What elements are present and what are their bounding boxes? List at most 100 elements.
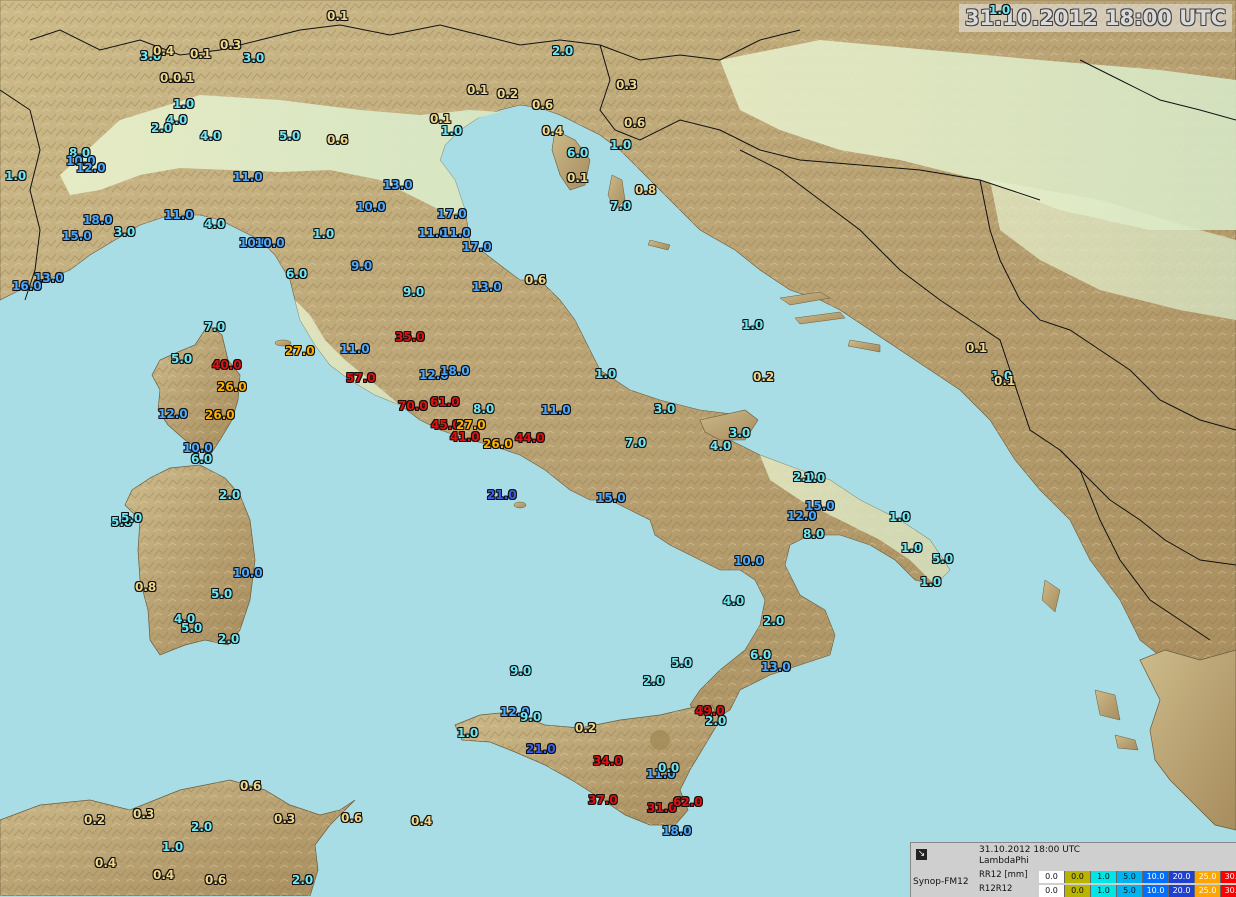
precip-observation: 2.0 [552,44,574,58]
precip-observation: 10.0 [356,200,386,214]
precip-observation: 0.3 [274,812,296,826]
precip-observation: 0.4 [95,856,117,870]
precip-observation: 0.3 [133,807,155,821]
legend-datetime: 31.10.2012 18:00 UTC [979,845,1081,855]
precip-observation: 2.0 [151,121,173,135]
precip-observation: 1.0 [804,471,826,485]
precip-observation: 18.0 [662,824,692,838]
precip-observation: 2.0 [292,873,314,887]
precip-observation: 0.6 [205,873,227,887]
precip-observation: 26.0 [205,408,235,422]
legend-row-label-2: R12R12 [979,884,1013,894]
precip-observation: 9.0 [351,259,373,273]
precip-observation: 11.0 [164,208,194,222]
legend-cell: 10.0 [1143,871,1169,883]
precip-observation: 5.0 [171,352,193,366]
precip-observation: 0.6 [532,98,554,112]
precip-observation: 26.0 [483,437,513,451]
precip-observation: 0.1 [467,83,489,97]
precip-observation: 1.0 [457,726,479,740]
legend-cell: 1.0 [1091,885,1117,897]
precip-observation: 0.1 [173,71,195,85]
precip-observation: 1.0 [5,169,27,183]
precip-observation: 13.0 [472,280,502,294]
precip-observation: 21.0 [526,742,556,756]
precip-observation: 34.0 [593,754,623,768]
precip-observation: 0.2 [84,813,106,827]
precip-observation: 61.0 [430,395,460,409]
precip-observation: 9.0 [520,710,542,724]
precip-observation: 11.0 [441,226,471,240]
precip-observation: 4.0 [200,129,222,143]
precip-observation: 0.1 [994,374,1016,388]
legend-source: Synop-FM12 [913,877,969,887]
precip-observation: 3.0 [243,51,265,65]
precip-observation: 1.0 [162,840,184,854]
precip-observation: 12.0 [76,161,106,175]
precip-observation: 0.8 [135,580,157,594]
precip-observation: 2.0 [763,614,785,628]
precip-observation: 0.1 [327,9,349,23]
precip-observation: 0.6 [341,811,363,825]
legend-cell: 0.0 [1065,871,1091,883]
precip-observation: 3.0 [729,426,751,440]
precip-observation: 26.0 [217,380,247,394]
precip-observation: 2.0 [705,714,727,728]
precip-observation: 70.0 [398,399,428,413]
precip-observation: 8.0 [803,527,825,541]
map-link-icon[interactable]: ↘ [916,849,927,860]
precip-observation: 5.0 [211,587,233,601]
legend-cell: 10.0 [1143,885,1169,897]
precip-observation: 1.0 [610,138,632,152]
precip-observation: 12.0 [158,407,188,421]
legend-cell: 20.0 [1169,885,1195,897]
precip-observation: 2.0 [219,488,241,502]
legend-cell: 30.0 [1221,885,1236,897]
precip-observation: 2.0 [218,632,240,646]
legend-cell: 0.0 [1039,885,1065,897]
legend-cell: 25.0 [1195,885,1221,897]
precip-observation: 6.0 [286,267,308,281]
precip-observation: 10.0 [255,236,285,250]
legend-row-label-1: RR12 [mm] [979,870,1028,880]
precip-observation: 5.0 [121,511,143,525]
precip-observation: 0.4 [411,814,433,828]
legend-cell: 5.0 [1117,871,1143,883]
precip-observation: 18.0 [440,364,470,378]
precip-observation: 7.0 [625,436,647,450]
precip-observation: 6.0 [191,452,213,466]
precip-observation: 7.0 [610,199,632,213]
precip-observation: 0.2 [575,721,597,735]
legend-scale-2: 0.00.01.05.010.020.025.030.0 [1039,885,1236,897]
precip-observation: 3.0 [654,402,676,416]
etna-peak [650,730,670,750]
precip-observation: 0.0 [658,761,680,775]
precip-observation: 17.0 [437,207,467,221]
precip-observation: 1.0 [595,367,617,381]
precip-observation: 10.0 [233,566,263,580]
precip-observation: 0.4 [153,868,175,882]
precip-observation: 0.6 [240,779,262,793]
precip-observation: 27.0 [285,344,315,358]
precip-observation: 40.0 [212,358,242,372]
precip-observation: 8.0 [473,402,495,416]
precip-observation: 44.0 [515,431,545,445]
legend-panel: ↘ Synop-FM12 31.10.2012 18:00 UTC Lambda… [910,842,1236,897]
precip-observation: 1.0 [920,575,942,589]
precip-observation: 11.0 [340,342,370,356]
precip-observation: 0.2 [753,370,775,384]
precip-observation: 15.0 [596,491,626,505]
precip-observation: 0.1 [966,341,988,355]
legend-cell: 25.0 [1195,871,1221,883]
precip-observation: 16.0 [12,279,42,293]
legend-scale-1: 0.00.01.05.010.020.025.030.0 [1039,871,1236,883]
precip-observation: 0.4 [153,44,175,58]
precip-observation: 0.6 [624,116,646,130]
precip-observation: 11.0 [541,403,571,417]
precip-observation: 3.0 [114,225,136,239]
precip-observation: 62.0 [673,795,703,809]
precip-observation: 1.0 [989,3,1011,17]
precip-observation: 1.0 [313,227,335,241]
precip-observation: 5.0 [671,656,693,670]
precip-observation: 4.0 [723,594,745,608]
